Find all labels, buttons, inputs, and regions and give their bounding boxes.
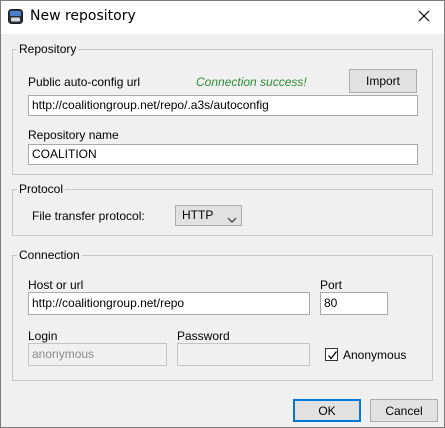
login-input[interactable]: anonymous — [28, 343, 167, 366]
file-transfer-protocol-label: File transfer protocol: — [32, 209, 145, 223]
app-icon — [8, 9, 23, 24]
import-button-label: Import — [365, 74, 400, 88]
checkmark-icon — [328, 351, 338, 360]
file-transfer-protocol-select[interactable]: HTTP — [175, 205, 242, 226]
host-label: Host or url — [28, 278, 84, 292]
host-input[interactable]: http://coalitiongroup.net/repo — [28, 292, 310, 315]
connection-legend: Connection — [17, 248, 82, 262]
protocol-selected-value: HTTP — [182, 208, 214, 222]
password-input[interactable] — [177, 343, 310, 366]
cancel-button[interactable]: Cancel — [370, 399, 438, 422]
close-icon — [418, 10, 430, 25]
protocol-legend: Protocol — [17, 182, 66, 196]
cancel-button-label: Cancel — [385, 403, 423, 418]
window-title: New repository — [30, 8, 136, 24]
anonymous-label[interactable]: Anonymous — [343, 348, 406, 362]
new-repository-dialog: New repository Repository Public auto-co… — [0, 0, 445, 428]
autoconfig-url-input[interactable]: http://coalitiongroup.net/repo/.a3s/auto… — [28, 95, 418, 116]
title-bar: New repository — [1, 1, 444, 34]
chevron-down-icon — [227, 211, 237, 230]
autoconfig-label: Public auto-config url — [28, 75, 141, 89]
anonymous-checkbox[interactable] — [325, 348, 338, 361]
ok-button-label: OK — [318, 403, 336, 418]
protocol-group: Protocol File transfer protocol: HTTP — [12, 182, 433, 236]
port-input[interactable]: 80 — [320, 292, 388, 315]
close-button[interactable] — [405, 2, 443, 32]
repository-name-input[interactable]: COALITION — [28, 144, 418, 165]
repository-name-label: Repository name — [28, 128, 119, 142]
repository-group: Repository Public auto-config url Connec… — [12, 42, 433, 175]
repository-legend: Repository — [17, 42, 79, 56]
connection-group: Connection Host or url http://coalitiong… — [12, 248, 433, 381]
ok-button[interactable]: OK — [293, 399, 361, 422]
password-label: Password — [177, 329, 230, 343]
connection-status: Connection success! — [196, 75, 307, 89]
port-label: Port — [320, 278, 343, 292]
login-label: Login — [28, 329, 58, 343]
import-button[interactable]: Import — [349, 69, 417, 93]
